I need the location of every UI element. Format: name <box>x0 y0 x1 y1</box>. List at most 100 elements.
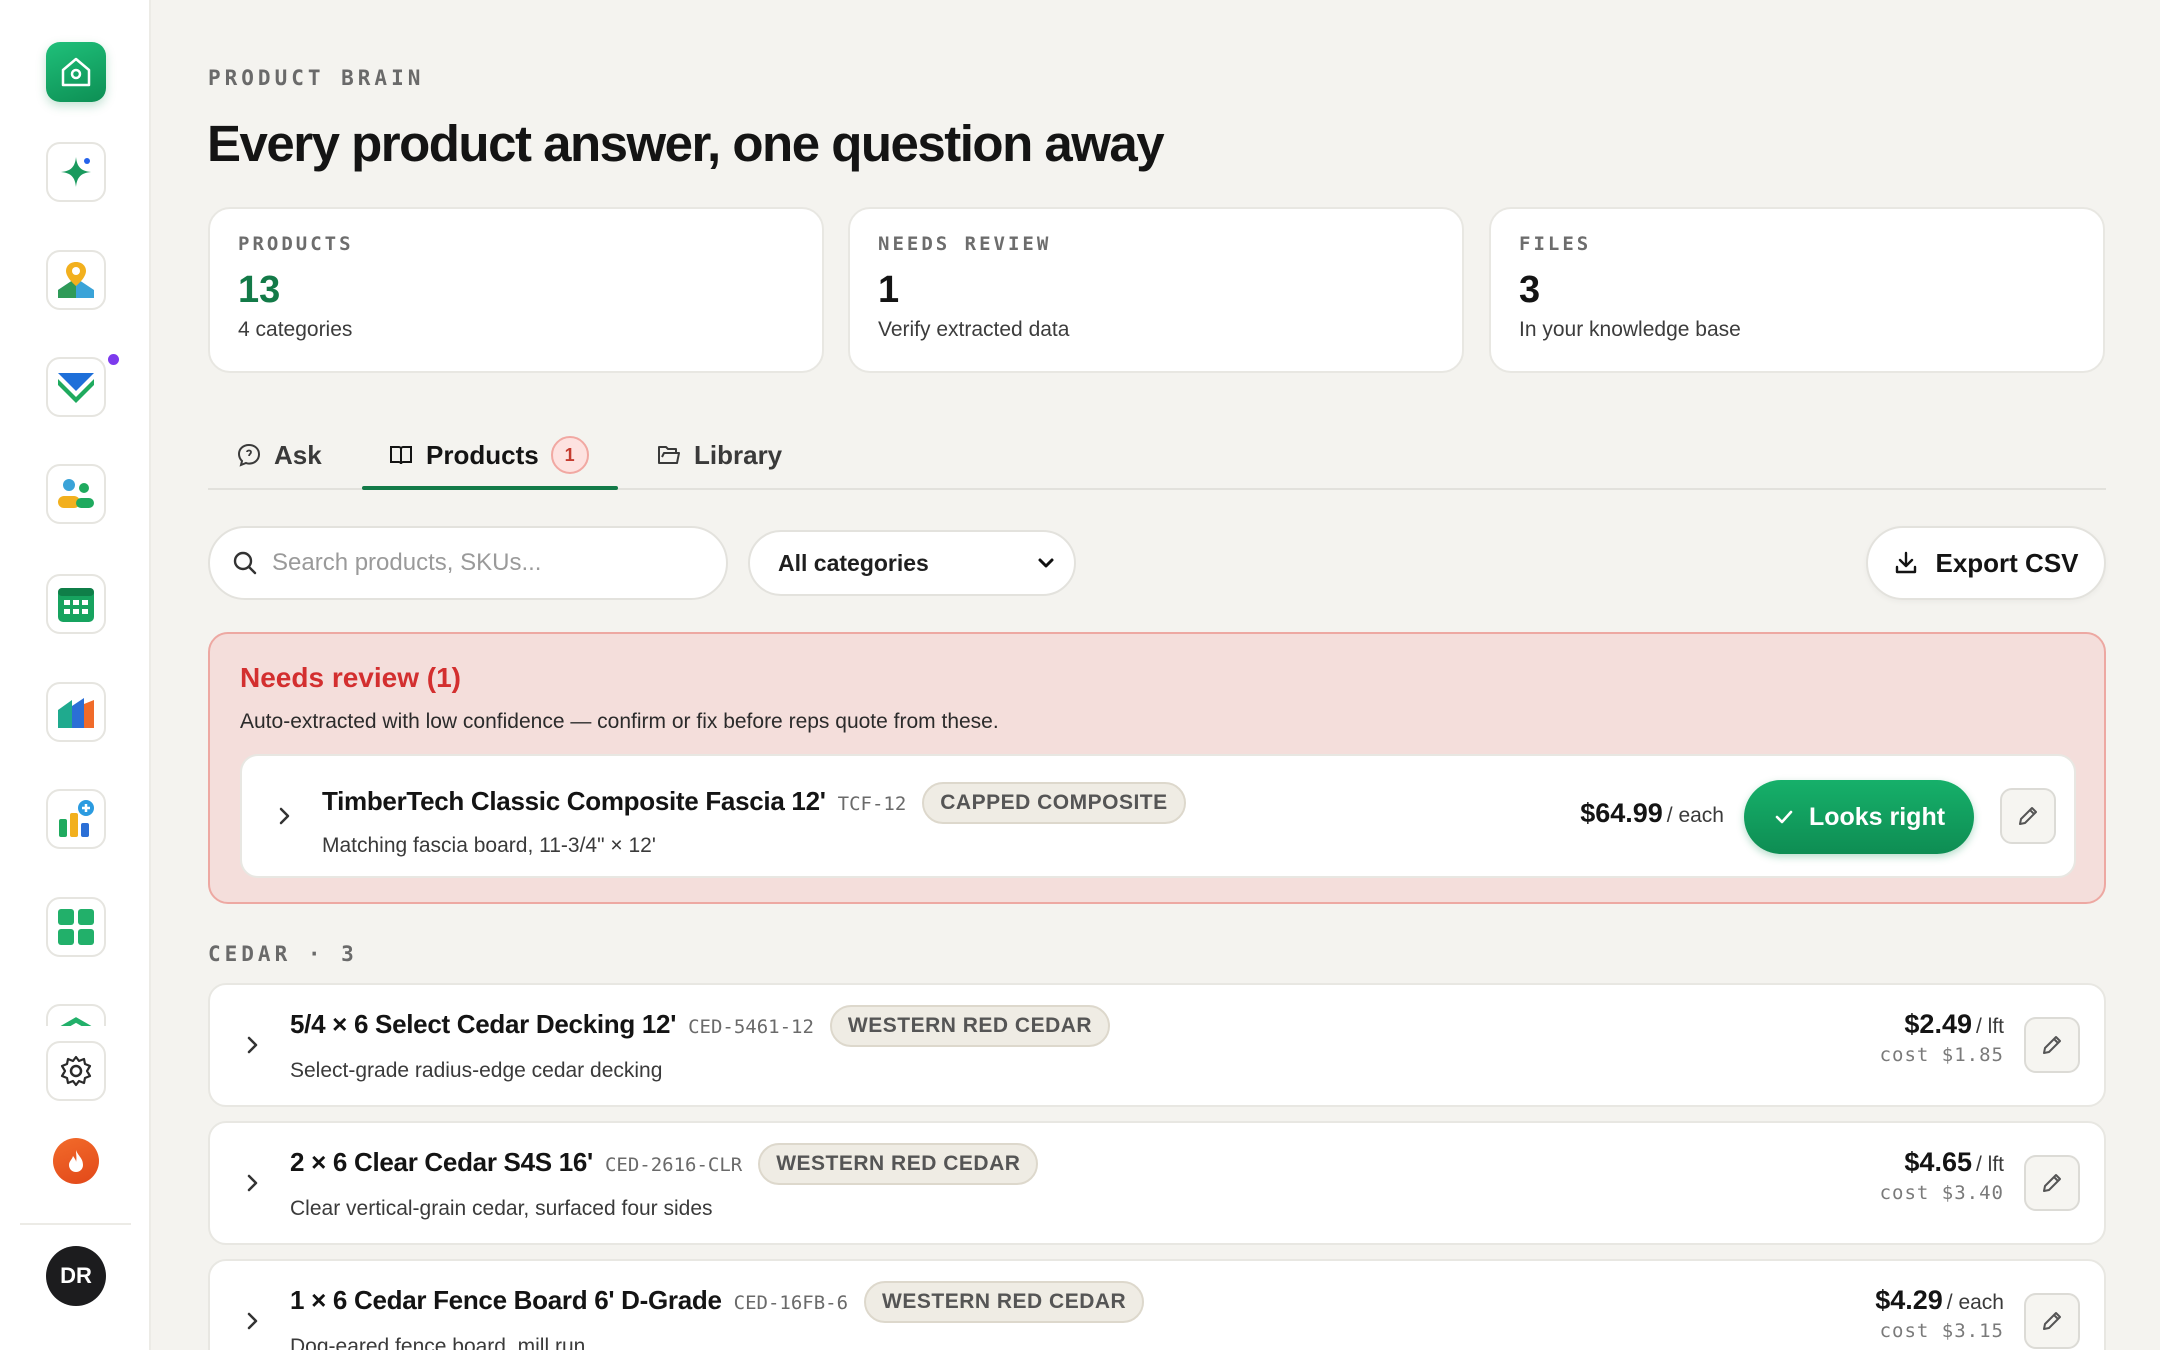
category-select-value: All categories <box>778 549 929 576</box>
export-csv-button[interactable]: Export CSV <box>1866 526 2106 600</box>
product-sku: CED-5461-12 <box>688 1015 814 1038</box>
category-section-label: CEDAR · 3 <box>208 942 358 966</box>
bar-chart-icon <box>58 698 94 728</box>
map-pin-icon <box>58 262 94 298</box>
product-name: 2 × 6 Clear Cedar S4S 16' <box>290 1146 593 1177</box>
sidebar-divider <box>20 1223 131 1225</box>
stat-value: 1 <box>878 269 900 311</box>
review-item-row[interactable]: TimberTech Classic Composite Fascia 12' T… <box>240 754 2076 878</box>
search-icon <box>233 551 257 575</box>
home-location-icon <box>61 57 91 87</box>
product-description: Matching fascia board, 11-3/4" × 12' <box>322 834 656 857</box>
chevron-right-icon[interactable] <box>244 1310 262 1332</box>
stat-sub: In your knowledge base <box>1519 318 1741 341</box>
product-price: $64.99 <box>1580 798 1663 828</box>
price-block: $4.65/ lft cost $3.40 <box>1880 1147 2004 1204</box>
map-app-button[interactable] <box>46 250 106 310</box>
tab-products[interactable]: Products 1 <box>388 420 589 490</box>
stat-label: PRODUCTS <box>238 233 354 255</box>
streak-button[interactable] <box>53 1138 99 1184</box>
tab-ask[interactable]: Ask <box>236 420 322 490</box>
settings-button[interactable] <box>46 1041 106 1101</box>
people-icon <box>58 479 94 508</box>
search-box[interactable] <box>208 526 728 600</box>
category-select[interactable]: All categories <box>748 530 1076 596</box>
avatar[interactable]: DR <box>46 1246 106 1306</box>
stat-label: FILES <box>1519 233 1592 255</box>
tab-bar: Ask Products 1 Library <box>208 420 2106 490</box>
tab-count-badge: 1 <box>550 436 589 474</box>
download-icon <box>1896 551 1917 574</box>
product-name-line: 5/4 × 6 Select Cedar Decking 12' CED-5461… <box>290 1005 1111 1047</box>
product-cost: cost $3.40 <box>1879 1182 2004 1204</box>
chevron-right-icon[interactable] <box>244 1172 262 1194</box>
product-cost: cost $1.85 <box>1879 1044 2004 1066</box>
grid-icon <box>58 909 94 945</box>
product-description: Clear vertical-grain cedar, surfaced fou… <box>290 1197 713 1220</box>
more-apps-peek[interactable] <box>46 1004 106 1026</box>
stat-value: 13 <box>238 269 281 311</box>
edit-button[interactable] <box>2000 788 2056 844</box>
stat-card-files: FILES 3 In your knowledge base <box>1489 207 2105 373</box>
product-name-line: 1 × 6 Cedar Fence Board 6' D-Grade CED-16… <box>290 1281 1145 1323</box>
product-sku: CED-16FB-6 <box>733 1291 849 1314</box>
needs-review-description: Auto-extracted with low confidence — con… <box>240 710 999 733</box>
calendar-icon <box>58 588 94 622</box>
home-app-button[interactable] <box>46 42 106 102</box>
needs-review-panel: Needs review (1) Auto-extracted with low… <box>208 632 2106 904</box>
page-title: Every product answer, one question away <box>207 115 1165 172</box>
pencil-icon <box>2043 1174 2061 1192</box>
envelope-check-icon <box>58 373 94 403</box>
analytics-app-button[interactable] <box>46 682 106 742</box>
sparkle-icon <box>61 157 91 187</box>
sidebar: DR <box>0 0 151 1350</box>
tab-label: Ask <box>274 439 322 470</box>
tab-label: Products <box>426 439 539 470</box>
looks-right-label: Looks right <box>1808 802 1946 831</box>
ai-sparkle-button[interactable] <box>46 142 106 202</box>
team-app-button[interactable] <box>46 464 106 524</box>
price-block: $64.99/ each <box>1580 798 1724 829</box>
product-price: $4.29 <box>1875 1285 1943 1315</box>
partial-app-icon <box>60 1017 92 1026</box>
pencil-icon <box>2019 807 2037 825</box>
page-eyebrow: PRODUCT BRAIN <box>208 66 425 90</box>
product-name: TimberTech Classic Composite Fascia 12' <box>322 785 826 816</box>
pencil-icon <box>2043 1312 2061 1330</box>
export-label: Export CSV <box>1935 547 2079 578</box>
looks-right-button[interactable]: Looks right <box>1744 780 1974 854</box>
chevron-right-icon[interactable] <box>276 805 294 827</box>
apps-grid-button[interactable] <box>46 897 106 957</box>
category-tag: CAPPED COMPOSITE <box>922 782 1186 824</box>
stat-card-products: PRODUCTS 13 4 categories <box>208 207 824 373</box>
active-tab-indicator <box>362 486 618 490</box>
tab-library[interactable]: Library <box>656 420 782 490</box>
product-cost: cost $3.15 <box>1879 1320 2004 1342</box>
tab-label: Library <box>694 439 783 470</box>
product-description: Select-grade radius-edge cedar decking <box>290 1059 663 1082</box>
stat-sub: Verify extracted data <box>878 318 1070 341</box>
gear-icon <box>60 1055 92 1087</box>
price-block: $2.49/ lft cost $1.85 <box>1880 1009 2004 1066</box>
product-name-line: TimberTech Classic Composite Fascia 12' T… <box>322 782 1186 824</box>
product-name-line: 2 × 6 Clear Cedar S4S 16' CED-2616-CLR WES… <box>290 1143 1039 1185</box>
product-row[interactable]: 1 × 6 Cedar Fence Board 6' D-Grade CED-16… <box>208 1259 2106 1350</box>
chevron-right-icon[interactable] <box>244 1034 262 1056</box>
calendar-app-button[interactable] <box>46 574 106 634</box>
folder-icon <box>658 446 680 464</box>
search-input[interactable] <box>272 549 692 577</box>
product-description: Dog-eared fence board, mill run <box>290 1335 586 1350</box>
product-sku: TCF-12 <box>837 792 907 815</box>
product-name: 5/4 × 6 Select Cedar Decking 12' <box>290 1008 677 1039</box>
pencil-icon <box>2043 1036 2061 1054</box>
price-unit: / each <box>1666 804 1724 827</box>
edit-button[interactable] <box>2024 1155 2080 1211</box>
reports-app-button[interactable] <box>46 789 106 849</box>
inbox-app-button[interactable] <box>46 357 106 417</box>
edit-button[interactable] <box>2024 1017 2080 1073</box>
chevron-down-icon <box>1038 558 1054 568</box>
product-row[interactable]: 2 × 6 Clear Cedar S4S 16' CED-2616-CLR WES… <box>208 1121 2106 1245</box>
edit-button[interactable] <box>2024 1293 2080 1349</box>
book-icon <box>390 446 412 465</box>
product-row[interactable]: 5/4 × 6 Select Cedar Decking 12' CED-5461… <box>208 983 2106 1107</box>
